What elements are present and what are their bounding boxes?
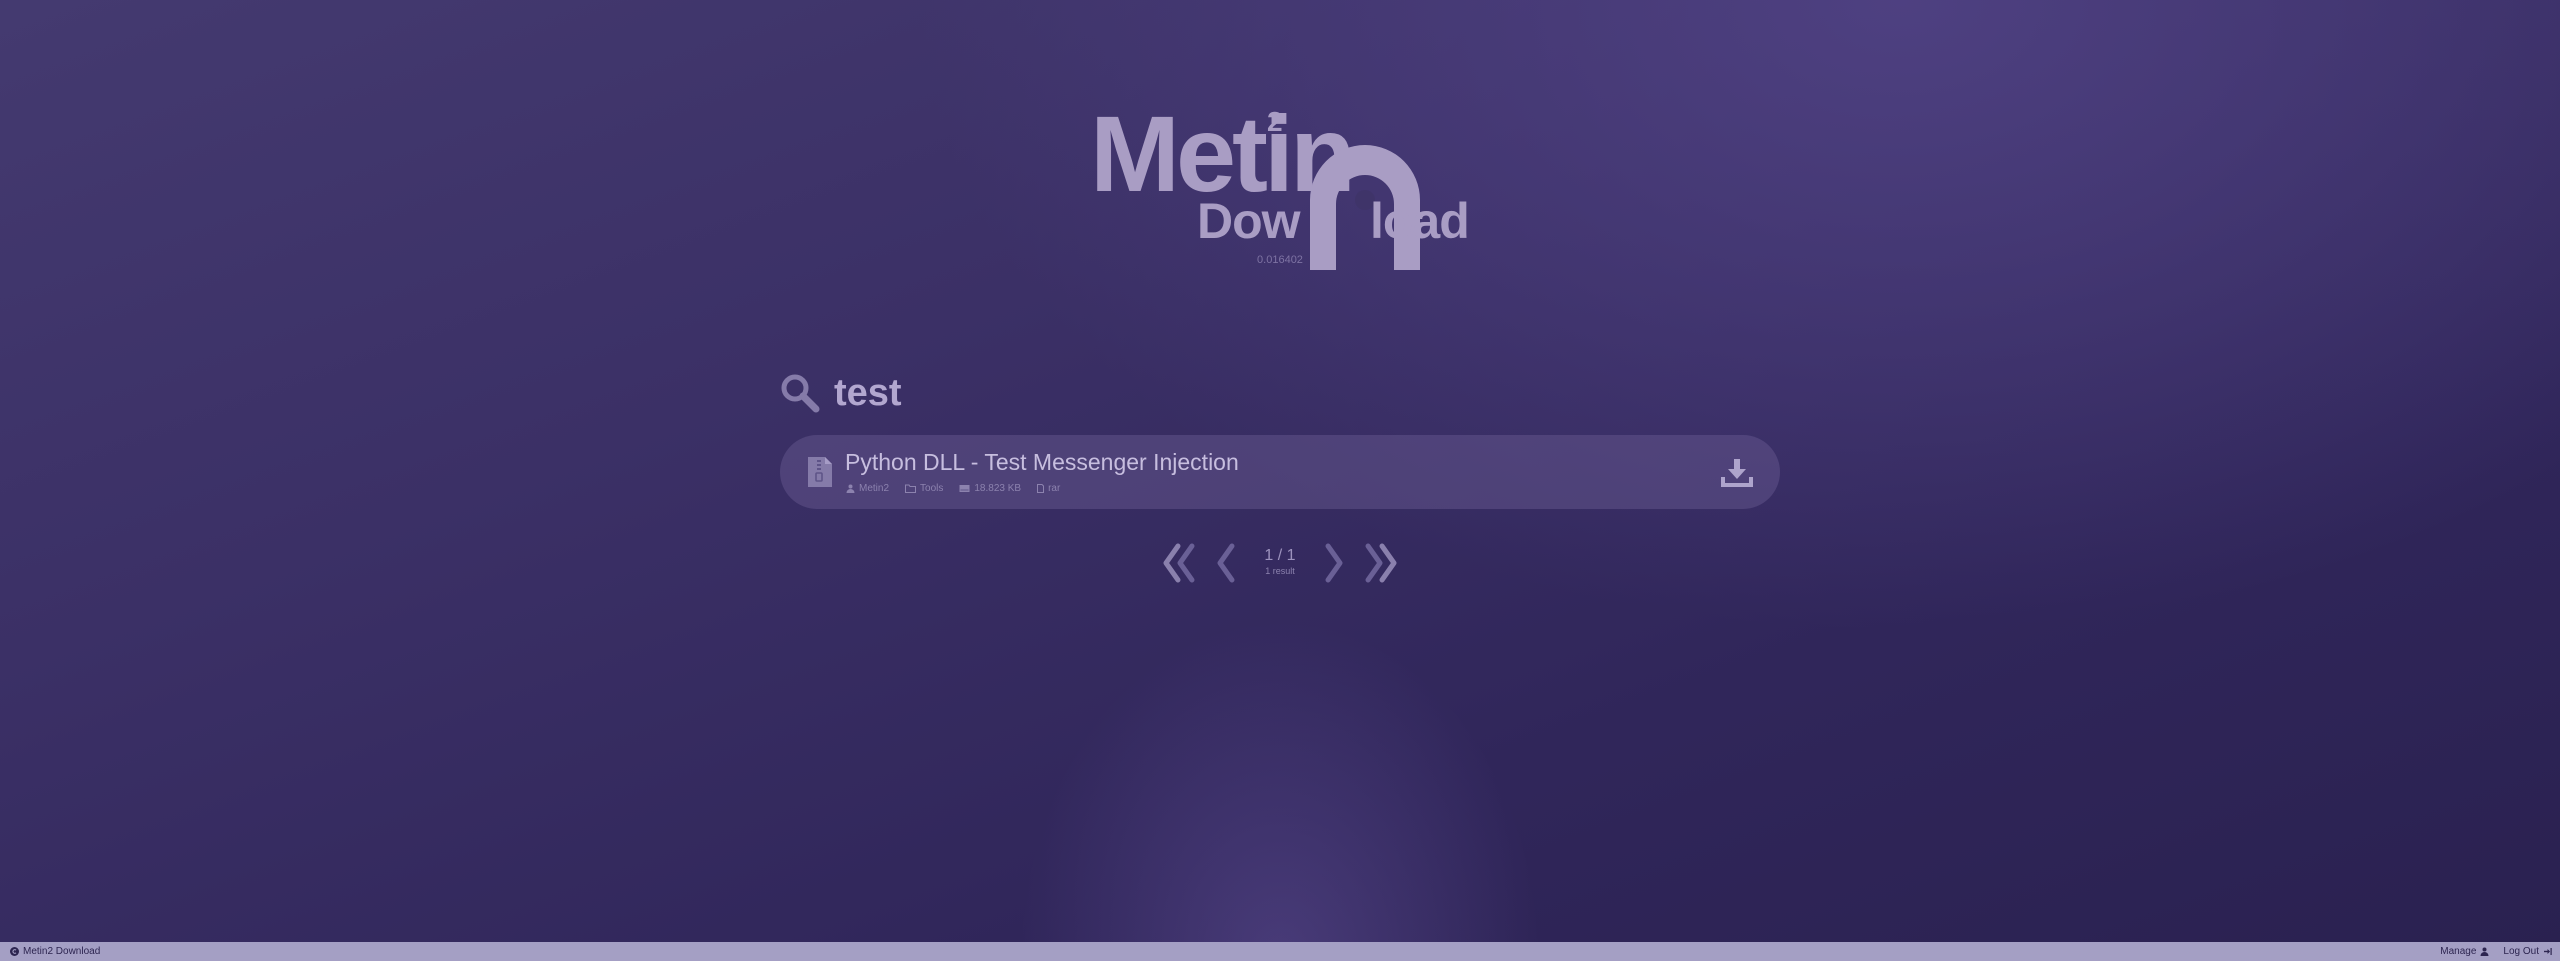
file-archive-icon xyxy=(808,457,832,487)
result-meta: Metin2 Tools 18.823 KB rar xyxy=(846,483,1076,494)
result-item[interactable]: Python DLL - Test Messenger Injection Me… xyxy=(780,435,1780,509)
result-format-text: rar xyxy=(1048,483,1061,494)
user-icon xyxy=(2480,947,2489,956)
result-author: Metin2 xyxy=(846,483,889,494)
prev-page-button[interactable] xyxy=(1210,540,1240,586)
download-icon[interactable] xyxy=(1720,455,1754,489)
footer-links: Manage Log Out xyxy=(2426,946,2552,957)
footer-brand-text: Metin2 Download xyxy=(23,946,101,957)
footer-bar: Metin2 Download Manage Log Out xyxy=(0,942,2560,961)
search-input[interactable] xyxy=(834,371,1434,415)
pagination: 1 / 1 1 result xyxy=(1160,538,1400,588)
logo-load-text: load xyxy=(1370,193,1470,249)
logout-label: Log Out xyxy=(2503,946,2539,957)
user-icon xyxy=(846,484,855,493)
footer-brand[interactable]: Metin2 Download xyxy=(10,946,100,957)
last-page-button[interactable] xyxy=(1352,540,1400,586)
logo-dow-text: Dow xyxy=(1197,193,1301,249)
folder-icon xyxy=(905,484,917,493)
result-format: rar xyxy=(1037,483,1060,494)
version-number: 0.016402 xyxy=(1257,254,1303,266)
page-indicator: 1 / 1 1 result xyxy=(1240,547,1320,577)
result-size: 18.823 KB xyxy=(959,483,1021,494)
result-author-text: Metin2 xyxy=(859,483,890,494)
copyright-icon xyxy=(10,947,19,956)
logout-link[interactable]: Log Out xyxy=(2503,946,2552,957)
result-title[interactable]: Python DLL - Test Messenger Injection xyxy=(845,449,1239,476)
result-category: Tools xyxy=(905,483,943,494)
result-count: 1 result xyxy=(1265,566,1295,576)
drive-icon xyxy=(959,485,970,492)
site-logo: Metin 2 Dow load xyxy=(1090,100,1470,270)
search-bar xyxy=(778,368,1434,418)
manage-link[interactable]: Manage xyxy=(2440,946,2489,957)
page-label: 1 / 1 xyxy=(1264,547,1296,564)
next-page-button[interactable] xyxy=(1320,540,1350,586)
logo-superscript: 2 xyxy=(1267,106,1283,137)
result-size-text: 18.823 KB xyxy=(974,483,1022,494)
manage-label: Manage xyxy=(2440,946,2477,957)
logout-icon xyxy=(2544,948,2552,955)
first-page-button[interactable] xyxy=(1160,540,1208,586)
file-icon xyxy=(1037,484,1045,493)
result-category-text: Tools xyxy=(920,483,944,494)
search-icon[interactable] xyxy=(778,371,822,415)
